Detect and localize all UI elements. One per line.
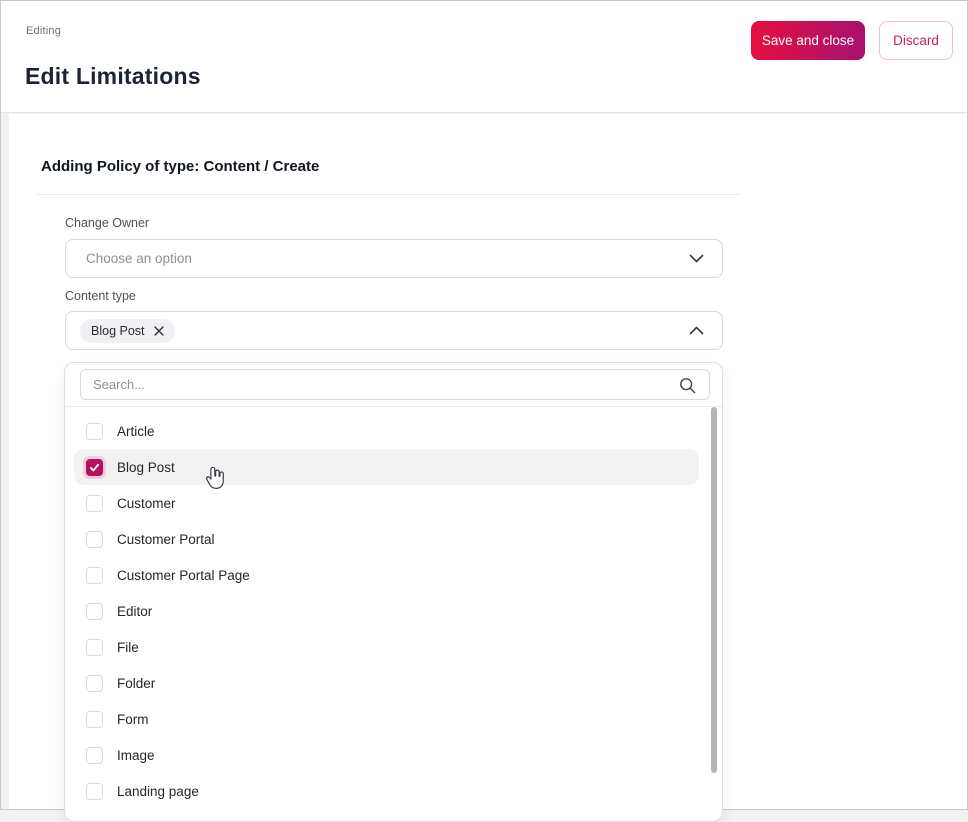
chevron-up-icon bbox=[689, 326, 704, 335]
option-label: Editor bbox=[117, 603, 153, 619]
search-icon bbox=[679, 377, 696, 394]
selected-chip: Blog Post bbox=[80, 318, 175, 343]
page-title: Edit Limitations bbox=[25, 63, 201, 89]
option-customer[interactable]: Customer bbox=[74, 485, 699, 521]
page-header: Editing Edit Limitations Save and close … bbox=[1, 1, 967, 113]
option-customer-portal[interactable]: Customer Portal bbox=[74, 521, 699, 557]
option-label: Folder bbox=[117, 675, 156, 691]
option-form[interactable]: Form bbox=[74, 701, 699, 737]
option-article[interactable]: Article bbox=[74, 413, 699, 449]
checkbox[interactable] bbox=[86, 746, 103, 764]
option-label: Form bbox=[117, 711, 149, 727]
checkbox[interactable] bbox=[86, 530, 103, 548]
option-label: Blog Post bbox=[117, 459, 175, 475]
option-label: Landing page bbox=[117, 783, 199, 799]
option-label: File bbox=[117, 639, 139, 655]
content-type-label: Content type bbox=[65, 289, 136, 303]
option-landing-page[interactable]: Landing page bbox=[74, 773, 699, 809]
option-customer-portal-page[interactable]: Customer Portal Page bbox=[74, 557, 699, 593]
section-title: Adding Policy of type: Content / Create bbox=[41, 158, 320, 175]
option-file[interactable]: File bbox=[74, 629, 699, 665]
editing-status-label: Editing bbox=[26, 25, 62, 37]
checkbox[interactable] bbox=[86, 638, 103, 656]
option-editor[interactable]: Editor bbox=[74, 593, 699, 629]
option-image[interactable]: Image bbox=[74, 737, 699, 773]
option-label: Article bbox=[117, 423, 155, 439]
option-label: Customer Portal bbox=[117, 531, 215, 547]
change-owner-label: Change Owner bbox=[65, 216, 150, 230]
content-type-dropdown-panel: Article Blog Post Customer Customer Port… bbox=[64, 362, 723, 822]
checkbox[interactable] bbox=[86, 566, 103, 584]
checkbox[interactable] bbox=[86, 710, 103, 728]
section-divider bbox=[37, 194, 740, 195]
header-actions: Save and close Discard bbox=[751, 21, 953, 60]
option-label: Image bbox=[117, 747, 155, 763]
option-list: Article Blog Post Customer Customer Port… bbox=[65, 407, 722, 809]
chip-label: Blog Post bbox=[91, 323, 145, 338]
option-folder[interactable]: Folder bbox=[74, 665, 699, 701]
checkbox[interactable] bbox=[86, 602, 103, 620]
option-label: Customer bbox=[117, 495, 176, 511]
save-and-close-button[interactable]: Save and close bbox=[751, 21, 865, 60]
checkbox[interactable] bbox=[86, 782, 103, 800]
checkbox[interactable] bbox=[86, 458, 103, 476]
checkbox[interactable] bbox=[86, 494, 103, 512]
main-content-panel: Adding Policy of type: Content / Create … bbox=[9, 114, 967, 822]
change-owner-placeholder: Choose an option bbox=[86, 251, 192, 266]
change-owner-select[interactable]: Choose an option bbox=[65, 239, 723, 278]
option-blog-post[interactable]: Blog Post bbox=[74, 449, 699, 485]
dropdown-scrollbar-thumb[interactable] bbox=[711, 407, 717, 773]
search-input[interactable] bbox=[80, 369, 710, 400]
discard-button[interactable]: Discard bbox=[879, 21, 953, 60]
dropdown-search-row bbox=[65, 363, 722, 407]
option-label: Customer Portal Page bbox=[117, 567, 250, 583]
checkbox[interactable] bbox=[86, 674, 103, 692]
content-type-multiselect[interactable]: Blog Post bbox=[65, 311, 723, 350]
chip-remove-icon[interactable] bbox=[153, 325, 164, 336]
checkbox[interactable] bbox=[86, 422, 103, 440]
chevron-down-icon bbox=[689, 254, 704, 263]
